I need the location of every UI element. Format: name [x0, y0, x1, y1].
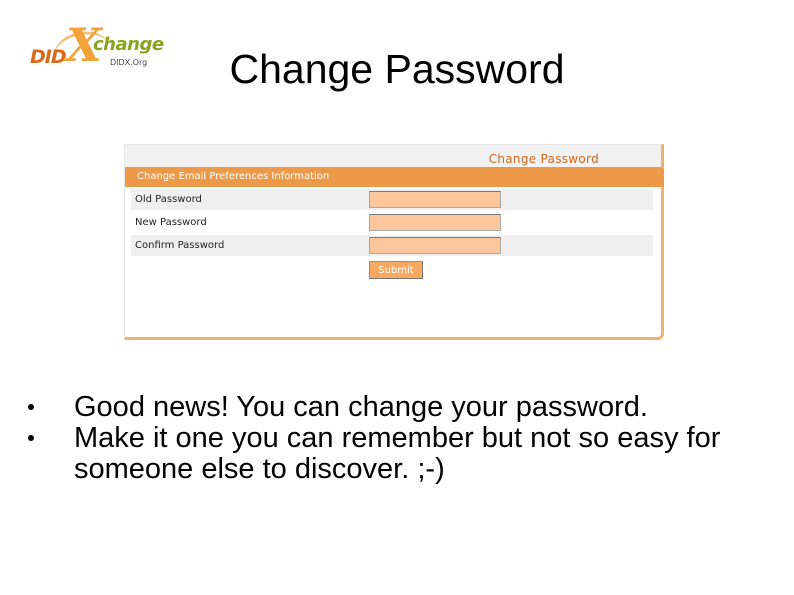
list-item: Make it one you can remember but not so … — [28, 423, 768, 485]
bullet-dot-icon — [28, 404, 34, 410]
old-password-label: Old Password — [135, 194, 202, 205]
bullet-dot-icon — [28, 435, 34, 441]
slide-title: Change Password — [229, 46, 565, 92]
confirm-password-field[interactable] — [369, 237, 501, 254]
bullet-text: Make it one you can remember but not so … — [74, 422, 721, 485]
bullet-list: Good news! You can change your password.… — [28, 392, 768, 485]
old-password-field[interactable] — [369, 191, 501, 208]
panel-header: Change Password — [125, 145, 661, 167]
old-password-row: Old Password — [131, 189, 653, 210]
submit-button[interactable]: Submit — [369, 261, 423, 279]
confirm-password-label: Confirm Password — [135, 240, 225, 251]
list-item: Good news! You can change your password. — [28, 392, 768, 423]
section-bar: Change Email Preferences Information — [125, 167, 664, 187]
new-password-field[interactable] — [369, 214, 501, 231]
new-password-label: New Password — [135, 217, 207, 228]
new-password-row: New Password — [131, 212, 653, 233]
panel-heading: Change Password — [488, 152, 599, 166]
change-password-panel: Change Password Change Email Preferences… — [124, 144, 664, 340]
bullet-text: Good news! You can change your password. — [74, 391, 648, 423]
confirm-password-row: Confirm Password — [131, 235, 653, 256]
